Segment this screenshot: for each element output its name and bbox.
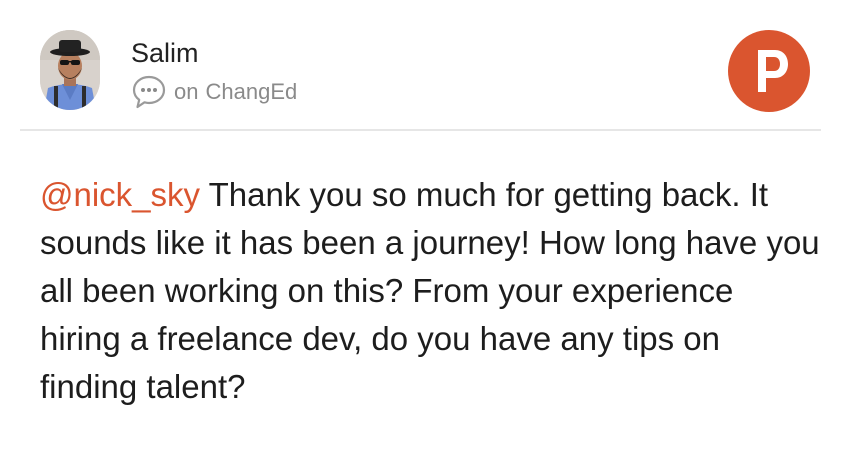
context-prefix: on [174,79,199,104]
product-link[interactable]: ChangEd [205,79,297,105]
post-context: on ChangEd [131,74,297,110]
author-name[interactable]: Salim [131,37,199,69]
divider [20,129,821,131]
speech-bubble-icon [132,75,166,109]
comment-body: @nick_sky Thank you so much for getting … [40,171,820,411]
user-mention-link[interactable]: @nick_sky [40,176,200,213]
p-letter-icon [758,50,788,92]
avatar-photo-icon [40,30,100,110]
avatar[interactable] [40,30,100,110]
product-hunt-logo-icon[interactable] [728,30,810,112]
comment-card: Salim on ChangEd @nick_sky Thank you so … [0,0,843,464]
